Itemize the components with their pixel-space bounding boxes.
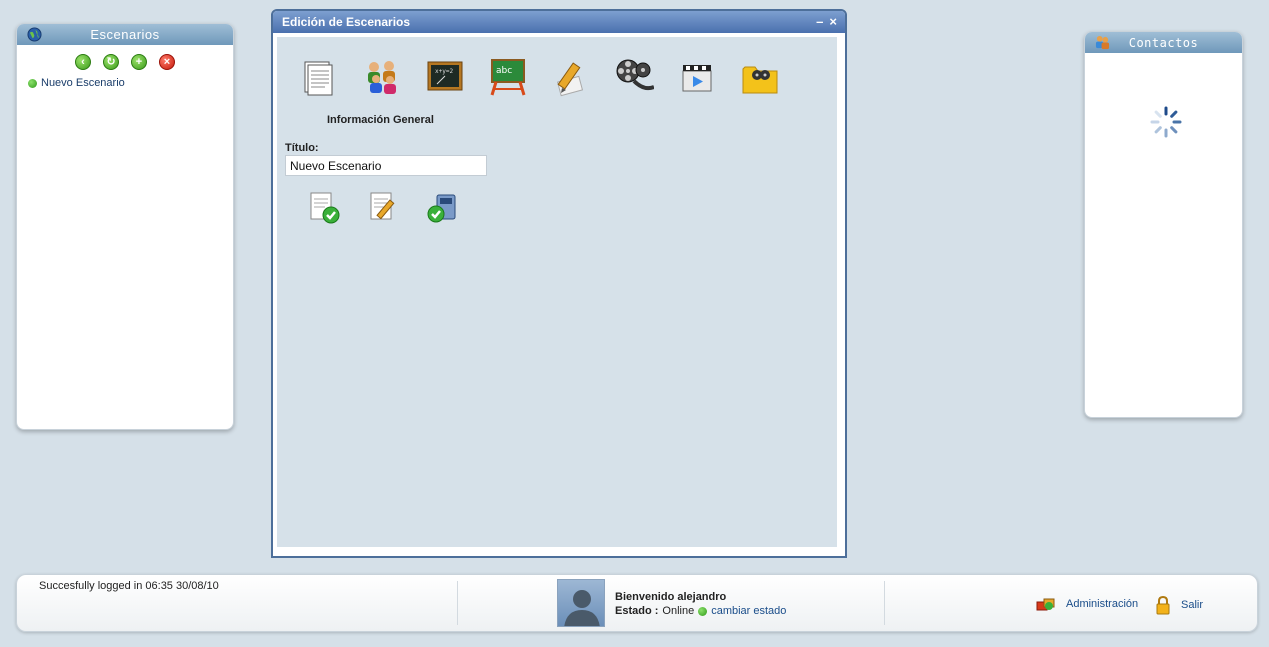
document-icon[interactable] [299, 57, 339, 97]
scenario-list-item[interactable]: Nuevo Escenario [28, 77, 233, 89]
chalkboard-easel-icon[interactable]: abc [488, 57, 528, 97]
online-dot-icon [698, 606, 708, 616]
back-icon[interactable]: ‹ [75, 54, 91, 70]
admin-tools-icon [1036, 598, 1055, 611]
user-silhouette-icon [564, 590, 600, 626]
divider [884, 581, 885, 625]
scenarios-panel-header: Escenarios [17, 24, 233, 45]
minimize-button[interactable]: – [816, 11, 823, 33]
refresh-icon[interactable]: ↻ [103, 54, 119, 70]
divider [457, 581, 458, 625]
add-icon[interactable]: + [131, 54, 147, 70]
scenario-editor-dialog: Edición de Escenarios – × x+y=2 abc Info… [271, 9, 847, 558]
lock-icon [1156, 595, 1170, 615]
title-field-label: Título: [285, 142, 319, 154]
close-button[interactable]: × [829, 11, 837, 33]
scenarios-panel: Escenarios ‹ ↻ + × Nuevo Escenario [16, 23, 234, 430]
contacts-panel-header: Contactos [1085, 32, 1242, 53]
film-reel-icon[interactable] [614, 57, 654, 97]
dialog-titlebar[interactable]: Edición de Escenarios – × [273, 11, 845, 33]
status-value: Online [662, 605, 695, 617]
admin-link[interactable]: Administración [1036, 596, 1138, 612]
contacts-panel: Contactos [1084, 31, 1243, 418]
globe-icon [27, 27, 42, 42]
status-dot-icon [28, 78, 37, 88]
login-message: Succesfully logged in 06:35 30/08/10 [39, 580, 219, 592]
avatar [557, 579, 605, 627]
contacts-icon [1095, 35, 1110, 50]
loading-spinner-icon [1150, 106, 1182, 138]
contacts-panel-title: Contactos [1128, 36, 1199, 50]
status-label: Estado : [615, 605, 659, 617]
scenarios-panel-title: Escenarios [90, 27, 160, 42]
edit-document-icon[interactable] [365, 189, 401, 225]
save-document-icon[interactable] [305, 189, 341, 225]
pencil-icon[interactable] [551, 57, 591, 97]
action-toolbar [305, 189, 461, 225]
dialog-body: x+y=2 abc Información General Título: Nu… [277, 37, 837, 547]
logout-label: Salir [1181, 599, 1204, 611]
welcome-text: Bienvenido alejandro [615, 591, 727, 603]
dialog-title: Edición de Escenarios [282, 15, 411, 29]
save-database-icon[interactable] [425, 189, 461, 225]
svg-text:x+y=2: x+y=2 [435, 68, 453, 75]
logout-link[interactable]: Salir [1155, 595, 1203, 615]
scenarios-toolbar: ‹ ↻ + × [17, 54, 233, 70]
status-row: Estado : Online cambiar estado [615, 605, 786, 617]
blackboard-icon[interactable]: x+y=2 [425, 57, 465, 97]
scenario-item-label: Nuevo Escenario [41, 77, 125, 89]
editor-toolbar: x+y=2 abc [299, 57, 803, 97]
section-label: Información General [327, 114, 434, 126]
people-icon[interactable] [362, 57, 402, 97]
status-bar: Succesfully logged in 06:35 30/08/10 Bie… [16, 574, 1258, 632]
admin-label: Administración [1066, 598, 1139, 610]
title-input[interactable] [285, 155, 487, 176]
delete-icon[interactable]: × [159, 54, 175, 70]
change-status-link[interactable]: cambiar estado [711, 605, 786, 617]
svg-text:abc: abc [496, 66, 512, 76]
video-clapper-icon[interactable] [677, 57, 717, 97]
media-folder-icon[interactable] [740, 57, 780, 97]
